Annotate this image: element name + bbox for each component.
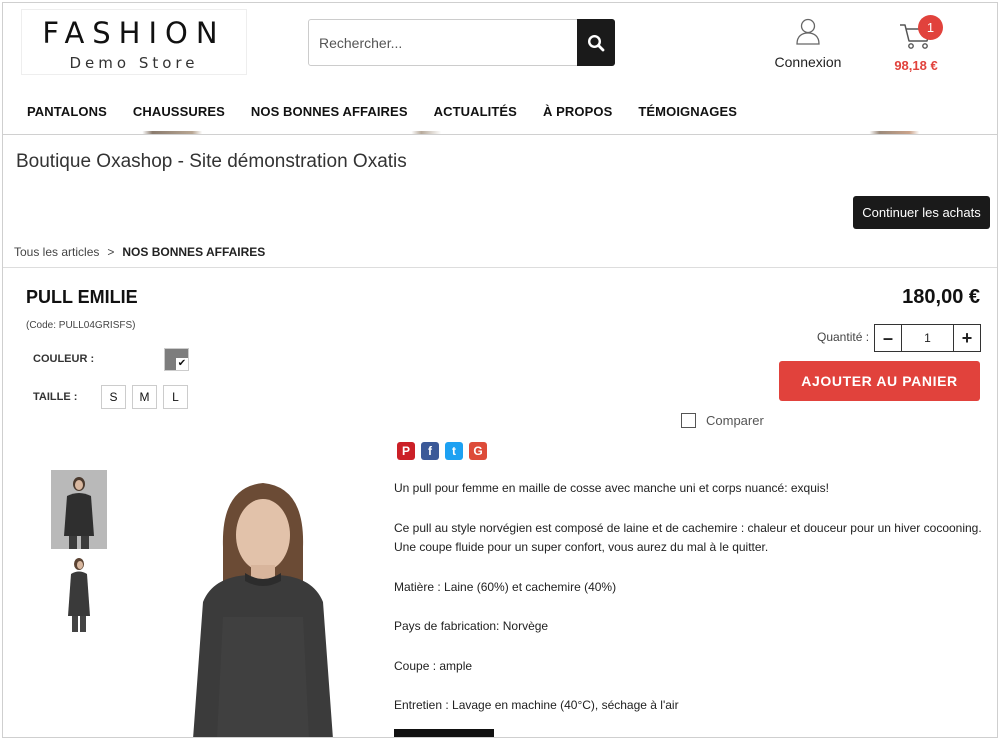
- description-origin: Pays de fabrication: Norvège: [394, 619, 549, 633]
- search-bar: [308, 19, 615, 66]
- compare-label: Comparer: [706, 413, 764, 428]
- search-icon: [587, 34, 605, 51]
- breadcrumb-current[interactable]: NOS BONNES AFFAIRES: [122, 245, 265, 259]
- nav-item-pantalons[interactable]: PANTALONS: [27, 98, 107, 126]
- add-to-cart-button[interactable]: AJOUTER AU PANIER: [779, 361, 980, 401]
- model-photo-side: [51, 554, 107, 636]
- nav-item-temoignages[interactable]: TÉMOIGNAGES: [638, 98, 737, 126]
- divider: [3, 267, 997, 268]
- quantity-increase-button[interactable]: +: [953, 325, 980, 351]
- cart-link[interactable]: 1 98,18 €: [883, 15, 949, 73]
- cart-total: 98,18 €: [894, 58, 938, 73]
- continue-shopping-button[interactable]: Continuer les achats: [853, 196, 990, 229]
- facebook-icon[interactable]: f: [421, 442, 439, 460]
- page-title: Boutique Oxashop - Site démonstration Ox…: [16, 151, 407, 172]
- quantity-decrease-button[interactable]: –: [875, 325, 902, 351]
- breadcrumb: Tous les articles > NOS BONNES AFFAIRES: [14, 245, 265, 259]
- nav-item-bonnes-affaires[interactable]: NOS BONNES AFFAIRES: [251, 98, 408, 126]
- product-thumbnail-1[interactable]: [51, 470, 107, 549]
- color-label: COULEUR :: [33, 353, 95, 365]
- nav-item-chaussures[interactable]: CHAUSSURES: [133, 98, 225, 126]
- quantity-input[interactable]: [902, 325, 953, 351]
- share-buttons: P f t G: [397, 442, 493, 460]
- product-code: (Code: PULL04GRISFS): [26, 320, 136, 331]
- product-main-image[interactable]: [163, 477, 363, 737]
- main-nav: PANTALONS CHAUSSURES NOS BONNES AFFAIRES…: [17, 98, 763, 126]
- color-swatch-grey[interactable]: ✔: [164, 348, 189, 371]
- store-logo[interactable]: FASHION Demo Store: [21, 9, 247, 75]
- breadcrumb-separator: >: [107, 245, 115, 259]
- partially-visible-button[interactable]: [394, 729, 494, 737]
- product-name: PULL EMILIE: [26, 287, 138, 307]
- product-price: 180,00 €: [902, 286, 980, 308]
- description-paragraph: Un pull pour femme en maille de cosse av…: [394, 481, 829, 495]
- size-option-l[interactable]: L: [163, 385, 188, 409]
- model-photo-main: [163, 477, 363, 737]
- product-thumbnail-2[interactable]: [51, 554, 107, 636]
- compare-checkbox[interactable]: Comparer: [681, 413, 764, 428]
- quantity-stepper: – +: [874, 324, 981, 352]
- logo-subtitle: Demo Store: [69, 54, 199, 72]
- description-paragraph: Ce pull au style norvégien est composé d…: [394, 520, 982, 555]
- google-plus-icon[interactable]: G: [469, 442, 487, 460]
- size-option-m[interactable]: M: [132, 385, 157, 409]
- search-button[interactable]: [577, 19, 615, 66]
- nav-item-a-propos[interactable]: À PROPOS: [543, 98, 612, 126]
- quantity-label: Quantité :: [817, 330, 870, 344]
- size-option-s[interactable]: S: [101, 385, 126, 409]
- cart-count-badge: 1: [918, 15, 943, 40]
- model-photo-front: [51, 470, 107, 549]
- description-material: Matière : Laine (60%) et cachemire (40%): [394, 579, 617, 594]
- breadcrumb-root[interactable]: Tous les articles: [14, 245, 99, 259]
- description-care: Entretien : Lavage en machine (40°C), sé…: [394, 698, 679, 712]
- pinterest-icon[interactable]: P: [397, 442, 415, 460]
- description-fit: Coupe : ample: [394, 658, 473, 673]
- page: FASHION Demo Store Connexion 1 98,18 €: [2, 2, 998, 738]
- login-label: Connexion: [774, 54, 842, 70]
- login-link[interactable]: Connexion: [768, 17, 848, 70]
- search-input[interactable]: [309, 20, 577, 65]
- checkbox[interactable]: [681, 413, 696, 428]
- divider: [3, 134, 997, 135]
- product-description: Un pull pour femme en maille de cosse av…: [394, 479, 984, 736]
- nav-item-actualites[interactable]: ACTUALITÉS: [434, 98, 517, 126]
- check-icon: ✔: [176, 358, 188, 370]
- size-label: TAILLE :: [33, 391, 78, 403]
- logo-title: FASHION: [42, 16, 226, 50]
- twitter-icon[interactable]: t: [445, 442, 463, 460]
- user-icon: [796, 18, 820, 45]
